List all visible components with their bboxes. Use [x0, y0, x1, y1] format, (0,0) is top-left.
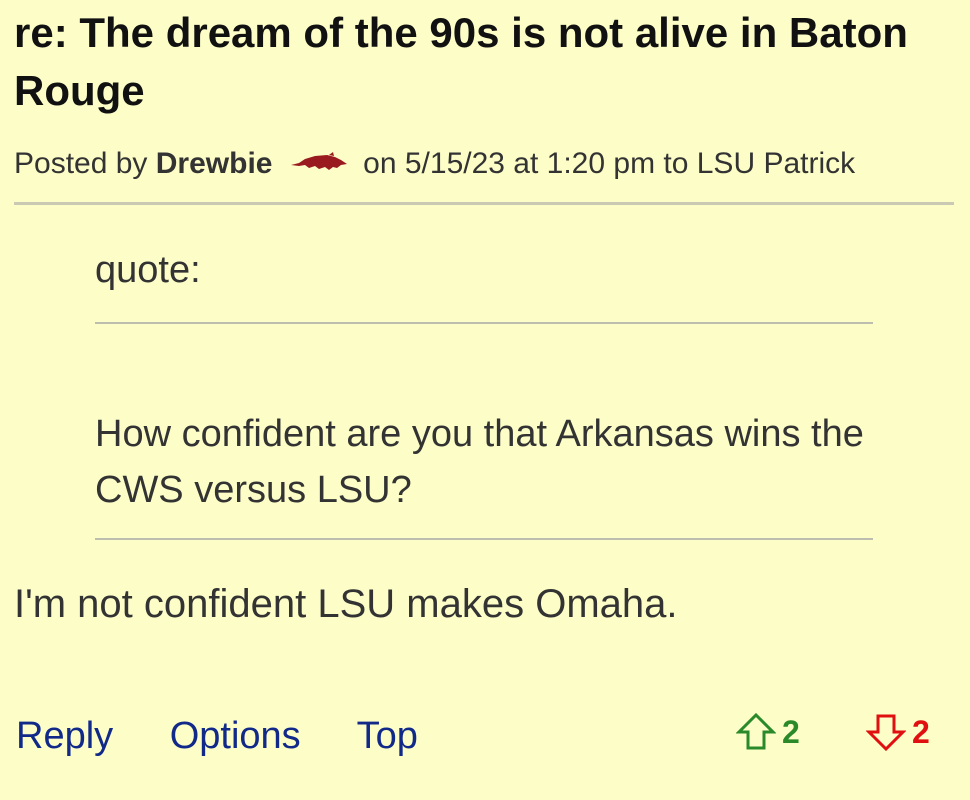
quote-label: quote: [95, 249, 201, 291]
quote-divider-bottom [95, 538, 873, 540]
posted-by-label: Posted by [14, 147, 148, 180]
downvote-count: 2 [912, 713, 930, 750]
top-link[interactable]: Top [357, 715, 418, 757]
upvote-count: 2 [782, 713, 800, 750]
downvote-button[interactable]: 2 [866, 712, 930, 752]
razorback-hog-icon [289, 147, 349, 171]
post-meta: Posted by Drewbie on 5/15/23 at 1:20 pm … [14, 145, 855, 183]
reply-link[interactable]: Reply [16, 715, 113, 757]
author-name[interactable]: Drewbie [156, 147, 273, 180]
downvote-arrow-icon [866, 714, 906, 752]
quote-divider-top [95, 322, 873, 324]
options-link[interactable]: Options [170, 715, 301, 757]
post-actions: Reply Options Top [16, 708, 464, 764]
post-title: re: The dream of the 90s is not alive in… [14, 9, 908, 114]
upvote-button[interactable]: 2 [736, 712, 800, 752]
quote-text: How confident are you that Arkansas wins… [95, 413, 864, 511]
quote-block: quote: How confident are you that Arkans… [95, 238, 873, 540]
upvote-arrow-icon [736, 712, 776, 750]
post-date-info: on 5/15/23 at 1:20 pm to LSU Patrick [363, 147, 856, 180]
header-divider [14, 202, 954, 205]
post-body: I'm not confident LSU makes Omaha. [14, 582, 678, 626]
